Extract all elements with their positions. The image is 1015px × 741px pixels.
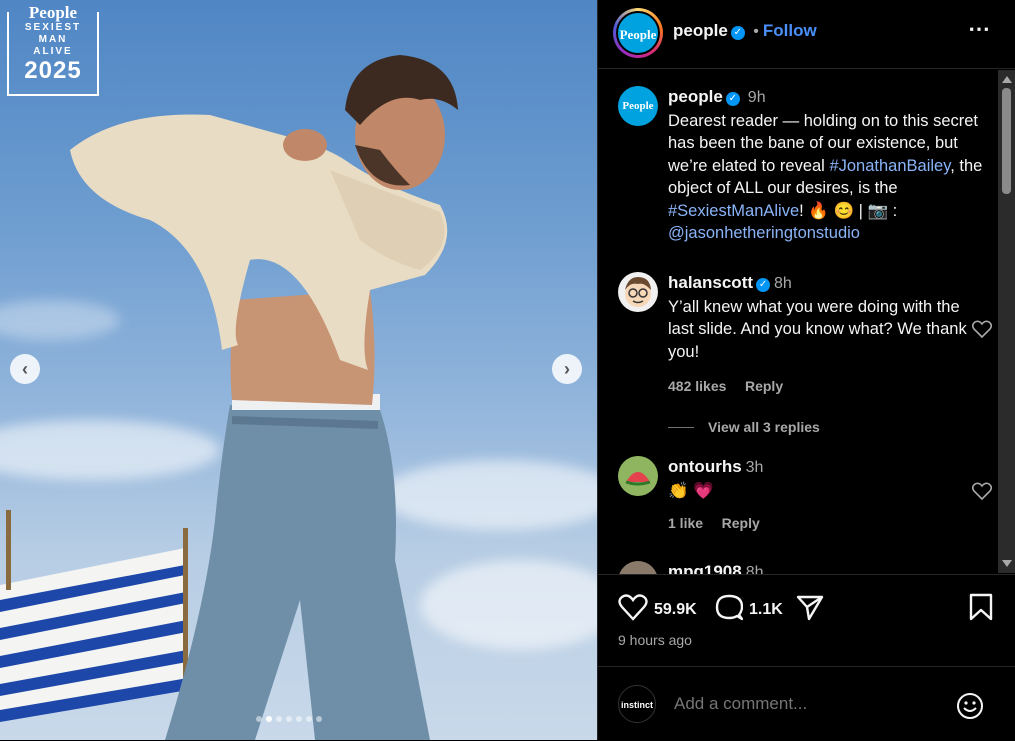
carousel-dot (286, 716, 292, 722)
verified-badge-icon: ✓ (730, 26, 745, 40)
badge-line: SEXIEST (24, 22, 82, 33)
comment-time: 3h (745, 459, 764, 476)
post-details-panel: People people ✓ • Follow ⋯ People people ✓ 9… (597, 0, 1015, 740)
comment-button[interactable] (715, 593, 744, 626)
header-avatar: People (616, 11, 660, 55)
save-button[interactable] (968, 593, 994, 626)
caption-body: people ✓ 9h Dearest reader — holding on to… (668, 86, 988, 245)
verified-badge-icon: ✓ (756, 278, 771, 292)
comment-time: 8h (774, 275, 792, 292)
reply-button[interactable]: Reply (745, 378, 783, 394)
sexiest-man-alive-badge: People SEXIEST MAN ALIVE 2025 (7, 3, 99, 98)
comment-avatar[interactable] (618, 561, 658, 574)
heart-icon (618, 594, 648, 621)
current-user-avatar: instinct (618, 685, 656, 723)
follow-button[interactable]: Follow (763, 21, 817, 40)
comment-item: halanscott ✓ 8h Y’all knew what you were d… (618, 272, 993, 442)
comment-body: halanscott ✓ 8h Y’all knew what you were d… (668, 272, 988, 438)
comment-likes[interactable]: 482 likes (668, 378, 726, 394)
add-comment-input[interactable] (672, 689, 936, 719)
carousel-dot-active (266, 716, 272, 722)
carousel-dot (276, 716, 282, 722)
comment-body: ontourhs 3h 👏 💗 1 like Reply (668, 456, 988, 535)
more-options-button[interactable]: ⋯ (968, 16, 991, 42)
reply-button[interactable]: Reply (722, 515, 760, 531)
story-ring[interactable]: People (613, 8, 663, 58)
comment-count[interactable]: 1.1K (749, 601, 783, 619)
view-replies-button[interactable]: View all 3 replies (668, 416, 988, 439)
comment-bubble-icon (715, 594, 744, 621)
replies-line (668, 426, 694, 428)
badge-line: MAN (38, 34, 68, 45)
next-slide-button[interactable]: › (552, 354, 582, 384)
caption-text: ! 🔥 😊 | 📷 : (799, 201, 898, 220)
carousel-dots (256, 716, 322, 722)
mention-link[interactable]: @jasonhetheringtonstudio (668, 224, 860, 242)
watermelon-icon (618, 456, 658, 496)
post-timestamp[interactable]: 9 hours ago (618, 632, 692, 648)
header-user: people ✓ • Follow (673, 21, 817, 41)
post-header: People people ✓ • Follow ⋯ (598, 0, 1015, 69)
more-horizontal-icon: ⋯ (968, 16, 991, 41)
comments-scrollbar[interactable] (998, 70, 1015, 573)
caption-time: 9h (747, 89, 766, 106)
post-media: People SEXIEST MAN ALIVE 2025 ‹ › (0, 0, 597, 740)
caption-avatar[interactable]: People (618, 86, 658, 126)
send-icon (796, 595, 824, 621)
comment-username[interactable]: ontourhs (668, 457, 742, 476)
caption-username[interactable]: people (668, 87, 723, 106)
comment-meta: 482 likes Reply (668, 375, 988, 398)
comment-time: 8h (745, 564, 764, 574)
cartoon-face-icon (625, 277, 651, 307)
add-comment-bar: instinct (598, 666, 1015, 741)
scroll-down-icon[interactable] (1002, 560, 1012, 567)
post-actions: 59.9K 1.1K 9 hours ago (598, 574, 1015, 667)
emoji-icon (957, 693, 983, 719)
badge-brand: People (28, 3, 78, 22)
badge-year: 2025 (24, 57, 82, 84)
scrollbar-thumb[interactable] (1002, 88, 1011, 194)
share-button[interactable] (795, 593, 825, 626)
carousel-dot (296, 716, 302, 722)
comment-like-button[interactable] (971, 320, 993, 339)
carousel-dot (306, 716, 312, 722)
hashtag-link[interactable]: #JonathanBailey (829, 157, 950, 175)
comments-list[interactable]: People people ✓ 9h Dearest reader — holdin… (598, 69, 1015, 574)
comment-text: 👏 💗 (668, 481, 714, 500)
comment-likes[interactable]: 1 like (668, 515, 703, 531)
caption: People people ✓ 9h Dearest reader — holdin… (618, 86, 988, 256)
comment-meta: 1 like Reply (668, 512, 988, 535)
heart-icon (971, 320, 993, 339)
comment-group: 1.1K (715, 593, 783, 626)
comment-item: ontourhs 3h 👏 💗 1 like Reply (618, 456, 993, 546)
chevron-left-icon: ‹ (22, 359, 28, 379)
comment-avatar[interactable] (618, 456, 658, 496)
emoji-button[interactable] (955, 691, 985, 726)
heart-icon (971, 482, 993, 501)
comment-username[interactable]: halanscott (668, 273, 753, 292)
hashtag-link[interactable]: #SexiestManAlive (668, 202, 799, 220)
header-username[interactable]: people (673, 21, 728, 40)
photo-subject (0, 55, 458, 740)
striped-windbreak (0, 510, 188, 722)
like-count[interactable]: 59.9K (654, 601, 697, 619)
bookmark-icon (969, 593, 993, 621)
view-replies-label: View all 3 replies (708, 418, 820, 435)
like-button[interactable] (618, 593, 648, 626)
comment-avatar[interactable] (618, 272, 658, 312)
comment-text: Y’all knew what you were doing with the … (668, 297, 967, 361)
like-group: 59.9K (618, 593, 697, 626)
chevron-right-icon: › (564, 359, 570, 379)
comment-item: mpg1908 8h (618, 561, 988, 574)
scroll-up-icon[interactable] (1002, 76, 1012, 83)
comment-username[interactable]: mpg1908 (668, 562, 742, 574)
carousel-dot (316, 716, 322, 722)
carousel-dot (256, 716, 262, 722)
verified-badge-icon: ✓ (725, 92, 740, 106)
comment-body: mpg1908 8h (668, 561, 988, 574)
comment-like-button[interactable] (971, 482, 993, 501)
separator: • (753, 23, 759, 40)
previous-slide-button[interactable]: ‹ (10, 354, 40, 384)
